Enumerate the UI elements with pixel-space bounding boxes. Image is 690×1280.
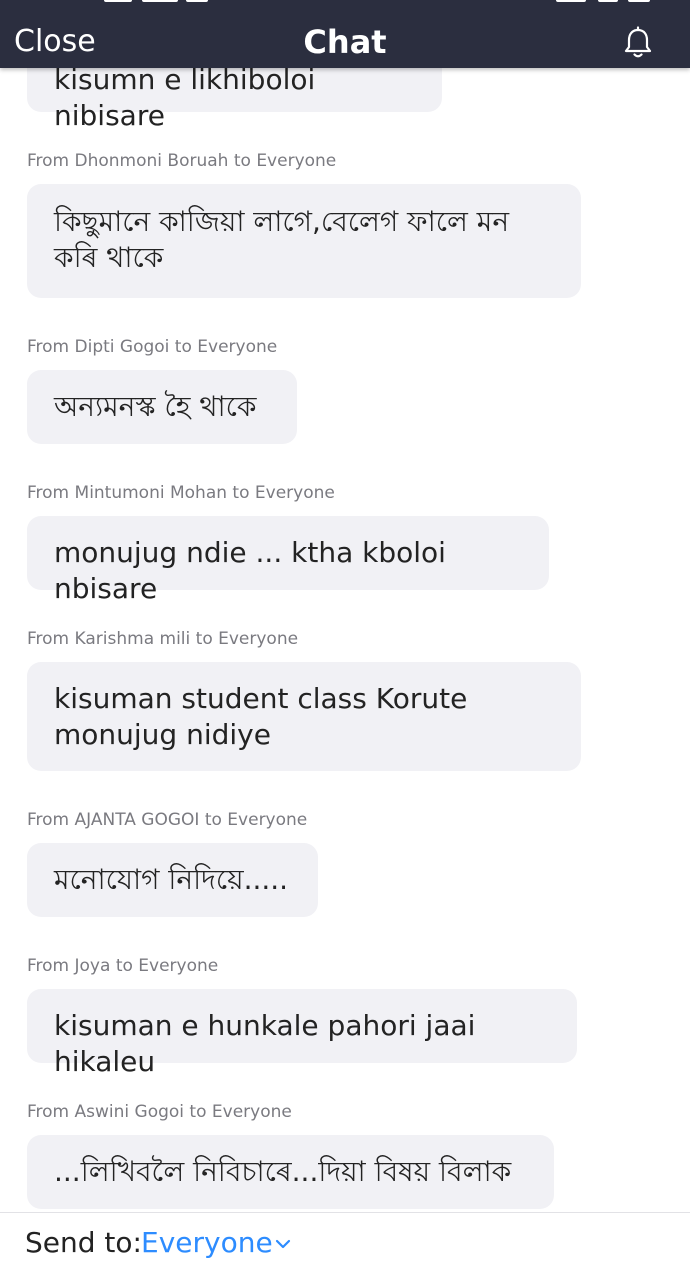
page-title: Chat (303, 23, 387, 61)
message-text: ...লিখিবলৈ নিবিচাৰে...দিয়া বিষয় বিলাক (54, 1155, 512, 1188)
message-bubble: kisuman e hunkale pahori jaai hikaleu (27, 989, 577, 1078)
message-text: monujug ndie ... ktha kboloi nbisare (54, 536, 446, 605)
message-bubble: মনোযোগ নিদিয়ে..... (27, 843, 318, 917)
recipient-dropdown[interactable]: Everyone (141, 1225, 291, 1261)
bell-icon[interactable] (622, 26, 654, 60)
send-to-label: Send to: (25, 1226, 142, 1259)
message-sender: From Joya to Everyone (27, 956, 219, 976)
status-bar-remnant (0, 0, 690, 8)
message-text: কিছুমানে কাজিয়া লাগে,বেলেগ ফালে মন কৰি … (54, 205, 510, 274)
chat-message-list[interactable]: kisumn e likhiboloi nibisare From Dhonmo… (0, 0, 690, 1212)
message-sender: From Aswini Gogoi to Everyone (27, 1102, 292, 1122)
message-text: মনোযোগ নিদিয়ে..... (54, 863, 289, 896)
message-bubble: কিছুমানে কাজিয়া লাগে,বেলেগ ফালে মন কৰি … (27, 184, 581, 298)
message-sender: From Mintumoni Mohan to Everyone (27, 483, 335, 503)
message-text: অন্যমনস্ক হৈ থাকে (54, 390, 257, 423)
message-bubble: ...লিখিবলৈ নিবিচাৰে...দিয়া বিষয় বিলাক (27, 1135, 554, 1209)
message-bubble: অন্যমনস্ক হৈ থাকে (27, 370, 297, 444)
recipient-value: Everyone (141, 1226, 273, 1259)
message-sender: From Dhonmoni Boruah to Everyone (27, 151, 337, 171)
message-bubble: monujug ndie ... ktha kboloi nbisare (27, 516, 549, 605)
message-text: kisuman student class Korute monujug nid… (54, 682, 468, 751)
chat-header: Close Chat (0, 0, 690, 68)
send-to-bar: Send to: Everyone (0, 1212, 690, 1280)
message-sender: From AJANTA GOGOI to Everyone (27, 810, 308, 830)
message-text: kisuman e hunkale pahori jaai hikaleu (54, 1009, 476, 1078)
message-text: kisumn e likhiboloi nibisare (54, 63, 316, 132)
chevron-down-icon (275, 1239, 290, 1249)
message-bubble: kisuman student class Korute monujug nid… (27, 662, 581, 771)
message-sender: From Dipti Gogoi to Everyone (27, 337, 278, 357)
message-sender: From Karishma mili to Everyone (27, 629, 299, 649)
